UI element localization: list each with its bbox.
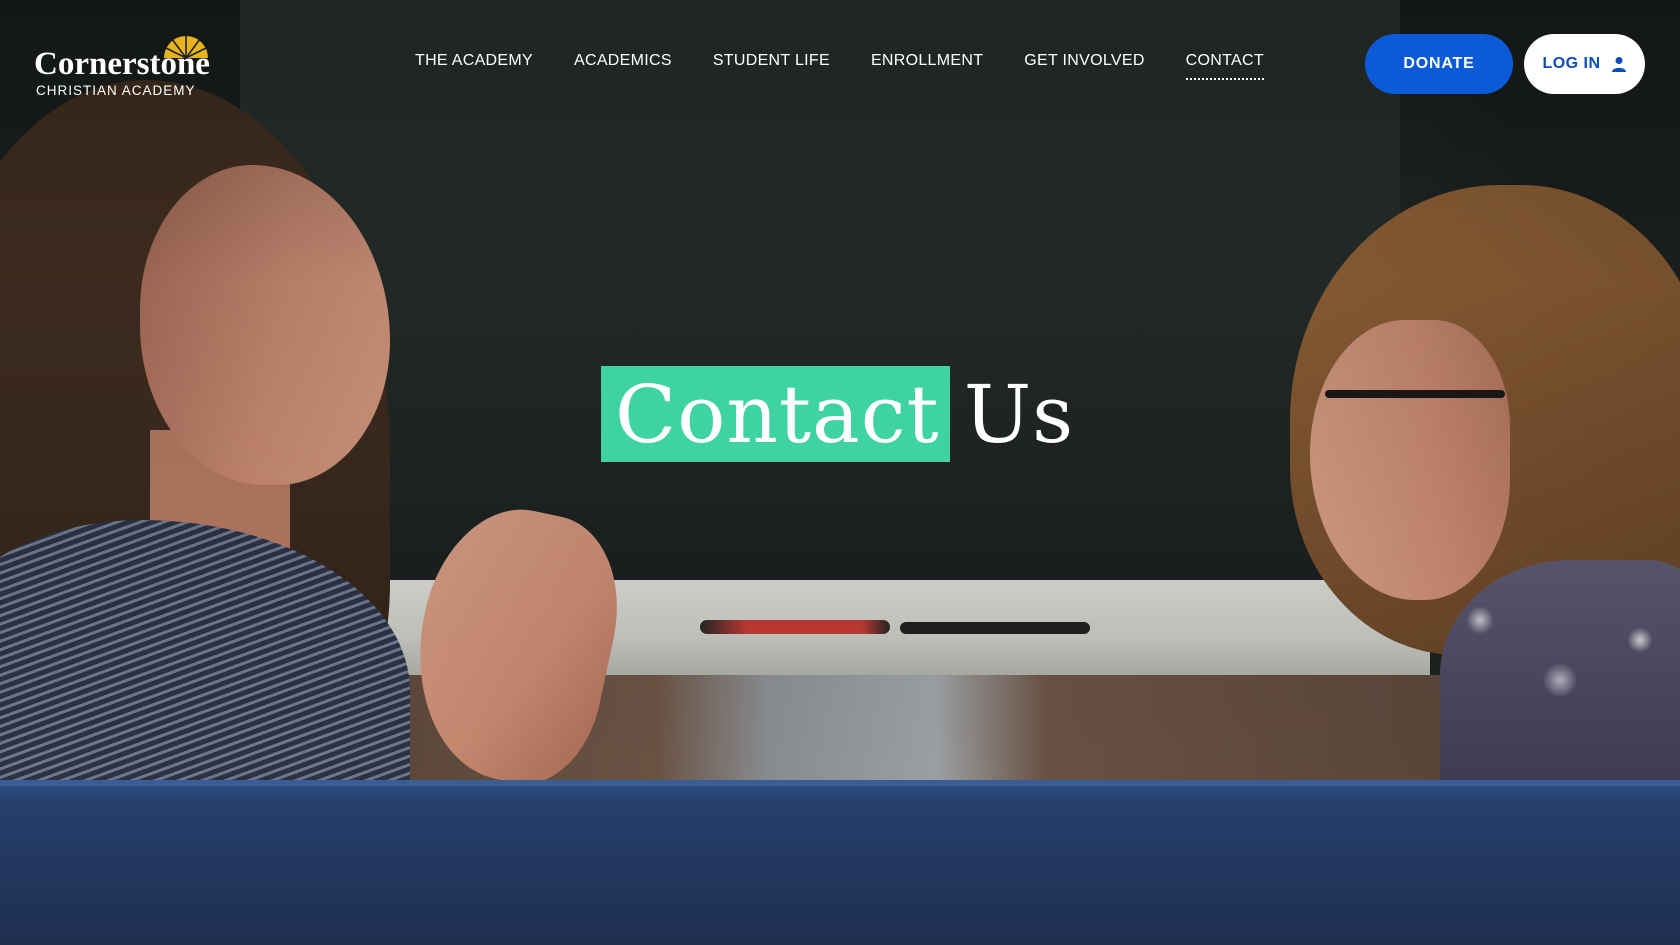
login-button[interactable]: LOG IN: [1524, 34, 1645, 94]
page-title-highlight: Contact: [601, 366, 950, 462]
login-label: LOG IN: [1542, 55, 1601, 72]
nav-item-academics[interactable]: ACADEMICS: [574, 52, 672, 80]
nav-item-the-academy[interactable]: THE ACADEMY: [415, 52, 533, 80]
site-header: Cornerstone CHRISTIAN ACADEMY THE ACADEM…: [0, 0, 1680, 130]
main-nav: THE ACADEMY ACADEMICS STUDENT LIFE ENROL…: [415, 52, 1264, 80]
site-logo[interactable]: Cornerstone CHRISTIAN ACADEMY: [34, 32, 224, 102]
nav-item-enrollment[interactable]: ENROLLMENT: [871, 52, 983, 80]
user-icon: [1611, 57, 1626, 72]
nav-item-get-involved[interactable]: GET INVOLVED: [1024, 52, 1144, 80]
hero-overlay: [0, 0, 1680, 945]
page-title: Contact Us: [601, 366, 1074, 462]
logo-tagline: CHRISTIAN ACADEMY: [36, 83, 196, 98]
page-title-rest: Us: [963, 367, 1075, 461]
hero-section: Cornerstone CHRISTIAN ACADEMY THE ACADEM…: [0, 0, 1680, 945]
nav-item-contact[interactable]: CONTACT: [1185, 52, 1264, 80]
donate-button[interactable]: DONATE: [1365, 34, 1513, 94]
logo-wordmark: Cornerstone: [34, 46, 210, 82]
nav-item-student-life[interactable]: STUDENT LIFE: [713, 52, 830, 80]
